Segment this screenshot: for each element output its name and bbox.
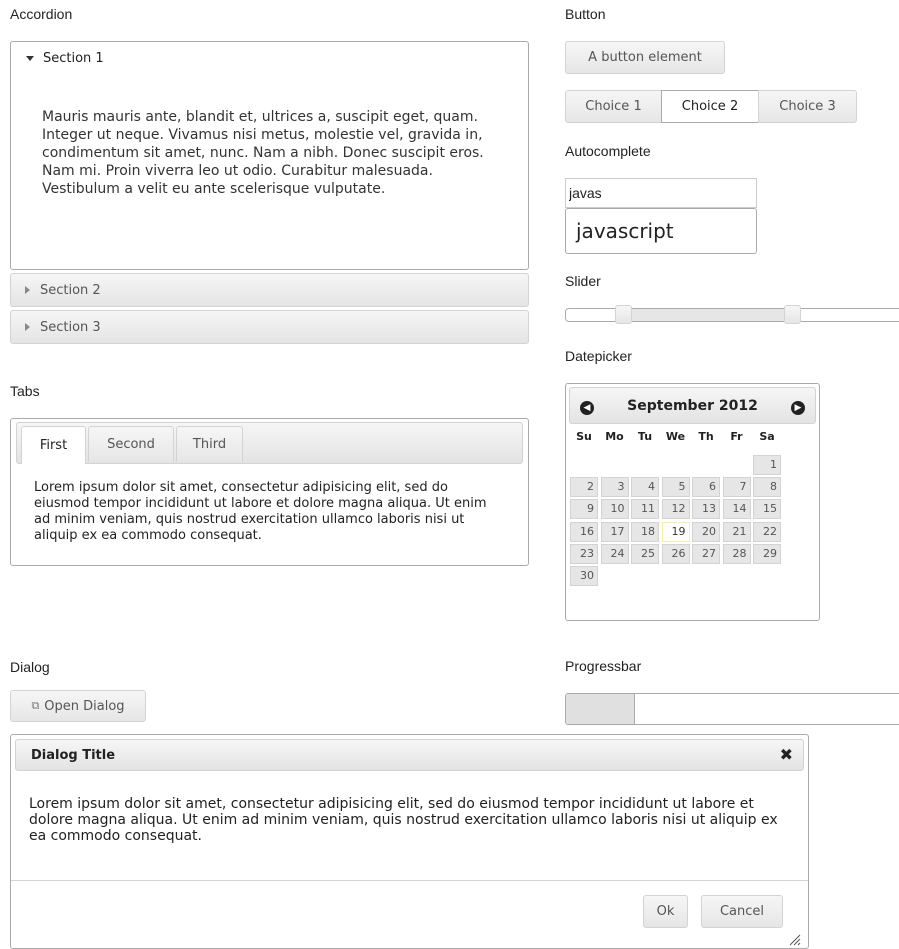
next-circle-icon[interactable]: ▶ (791, 401, 805, 415)
cancel-button[interactable]: Cancel (701, 895, 783, 928)
weekday-tu: Tu (637, 430, 653, 443)
datepicker-day-today[interactable]: 19 (661, 521, 690, 542)
tab-first-label: First (39, 438, 68, 453)
progressbar (565, 693, 899, 725)
datepicker-header: ◀ September 2012 ▶ (569, 387, 816, 424)
datepicker-day[interactable]: 16 (570, 521, 598, 542)
dialog-body: Lorem ipsum dolor sit amet, consectetur … (29, 796, 778, 844)
datepicker-day[interactable]: 30 (570, 566, 598, 586)
ok-button[interactable]: Ok (643, 895, 688, 928)
accordion-header-section-3[interactable]: Section 3 (10, 310, 529, 344)
weekday-mo: Mo (605, 430, 624, 443)
accordion-section-1-content: Mauris mauris ante, blandit et, ultrices… (42, 109, 484, 197)
datepicker-day[interactable]: 28 (722, 543, 751, 564)
datepicker-day[interactable]: 29 (753, 543, 781, 564)
tab-content: Lorem ipsum dolor sit amet, consectetur … (34, 480, 487, 543)
slider-handle-low[interactable] (615, 305, 633, 324)
tabs-widget: First Second Third Lorem ipsum dolor sit… (10, 418, 529, 566)
datepicker-day[interactable]: 10 (600, 499, 629, 520)
weekday-th: Th (698, 430, 714, 443)
datepicker-day[interactable]: 24 (600, 543, 629, 564)
tab-third-label: Third (192, 437, 227, 452)
tab-second-label: Second (107, 437, 155, 452)
accordion-header-section-1[interactable]: Section 1 (26, 51, 104, 66)
resize-handle-icon[interactable] (788, 933, 801, 946)
dialog-titlebar[interactable]: Dialog Title ✖ (15, 739, 804, 771)
datepicker-day[interactable]: 14 (722, 499, 751, 520)
close-icon[interactable]: ✖ (780, 745, 793, 764)
a-button-element-label: A button element (588, 50, 702, 65)
datepicker-month-label: September 2012 (627, 398, 758, 414)
choice-1-label: Choice 1 (585, 99, 642, 114)
datepicker-day[interactable]: 21 (722, 521, 751, 542)
dialog-divider (11, 880, 808, 881)
datepicker-day[interactable]: 6 (692, 477, 720, 498)
tab-first[interactable]: First (21, 426, 86, 464)
autocomplete-suggestion[interactable]: javascript (576, 219, 674, 243)
datepicker-day[interactable]: 26 (661, 543, 690, 564)
open-dialog-label: Open Dialog (44, 698, 125, 714)
datepicker-day[interactable]: 15 (753, 499, 781, 520)
autocomplete-menu: javascript (565, 208, 757, 254)
weekday-su: Su (576, 430, 592, 443)
datepicker-day[interactable]: 9 (570, 499, 598, 520)
accordion-header-section-2[interactable]: Section 2 (10, 273, 529, 307)
datepicker-day[interactable]: 11 (631, 499, 659, 520)
datepicker-day[interactable]: 23 (570, 543, 598, 564)
choice-2-button[interactable]: Choice 2 (661, 90, 759, 123)
datepicker-day[interactable]: 13 (692, 499, 720, 520)
datepicker-day[interactable]: 5 (661, 477, 690, 498)
datepicker-day[interactable]: 1 (753, 455, 781, 475)
new-window-icon: ⧉ (31, 699, 40, 712)
slider-heading: Slider (565, 273, 601, 289)
datepicker-day[interactable]: 4 (631, 477, 659, 498)
weekday-we: We (665, 430, 686, 443)
progressbar-heading: Progressbar (565, 658, 642, 674)
tabs-heading: Tabs (10, 383, 40, 399)
choice-3-label: Choice 3 (779, 99, 836, 114)
datepicker-day[interactable]: 27 (692, 543, 720, 564)
slider-track[interactable] (565, 305, 899, 324)
datepicker-day[interactable]: 25 (631, 543, 659, 564)
dialog-heading: Dialog (10, 659, 50, 675)
datepicker-day[interactable]: 3 (600, 477, 629, 498)
cancel-label: Cancel (719, 904, 765, 919)
datepicker-day[interactable]: 12 (661, 499, 690, 520)
progressbar-fill (566, 694, 635, 724)
weekday-sa: Sa (759, 430, 775, 443)
triangle-down-icon (26, 56, 34, 61)
datepicker-day[interactable]: 18 (631, 521, 659, 542)
open-dialog-button[interactable]: ⧉ Open Dialog (10, 690, 146, 722)
datepicker-day[interactable]: 2 (570, 477, 598, 498)
slider-handle-high[interactable] (784, 305, 802, 324)
datepicker-day[interactable]: 7 (722, 477, 751, 498)
accordion-section-3-label: Section 3 (40, 319, 101, 335)
accordion-section-2-label: Section 2 (40, 282, 101, 298)
datepicker: ◀ September 2012 ▶ Su Mo Tu We Th Fr Sa 123456… (565, 383, 820, 621)
accordion-panel-1: Section 1 Mauris mauris ante, blandit et… (10, 41, 529, 270)
tab-second[interactable]: Second (88, 426, 174, 462)
tab-third[interactable]: Third (176, 426, 243, 462)
autocomplete-input[interactable] (565, 178, 757, 208)
autocomplete-heading: Autocomplete (565, 143, 651, 159)
triangle-right-icon (25, 323, 30, 331)
choice-2-label: Choice 2 (681, 99, 739, 114)
choice-1-button[interactable]: Choice 1 (565, 90, 662, 123)
weekday-fr: Fr (730, 430, 743, 443)
datepicker-day[interactable]: 17 (600, 521, 629, 542)
triangle-right-icon (25, 286, 30, 294)
datepicker-day[interactable]: 20 (692, 521, 720, 542)
a-button-element[interactable]: A button element (565, 41, 725, 74)
datepicker-day[interactable]: 8 (753, 477, 781, 498)
dialog-window: Dialog Title ✖ Lorem ipsum dolor sit ame… (10, 734, 809, 949)
slider-range (623, 309, 793, 321)
accordion-section-1-label: Section 1 (43, 51, 104, 66)
choice-3-button[interactable]: Choice 3 (758, 90, 857, 123)
datepicker-day[interactable]: 22 (753, 521, 781, 542)
datepicker-heading: Datepicker (565, 348, 632, 364)
button-heading: Button (565, 6, 606, 22)
ok-label: Ok (656, 904, 675, 919)
accordion-heading: Accordion (10, 6, 73, 22)
dialog-title: Dialog Title (31, 748, 116, 763)
